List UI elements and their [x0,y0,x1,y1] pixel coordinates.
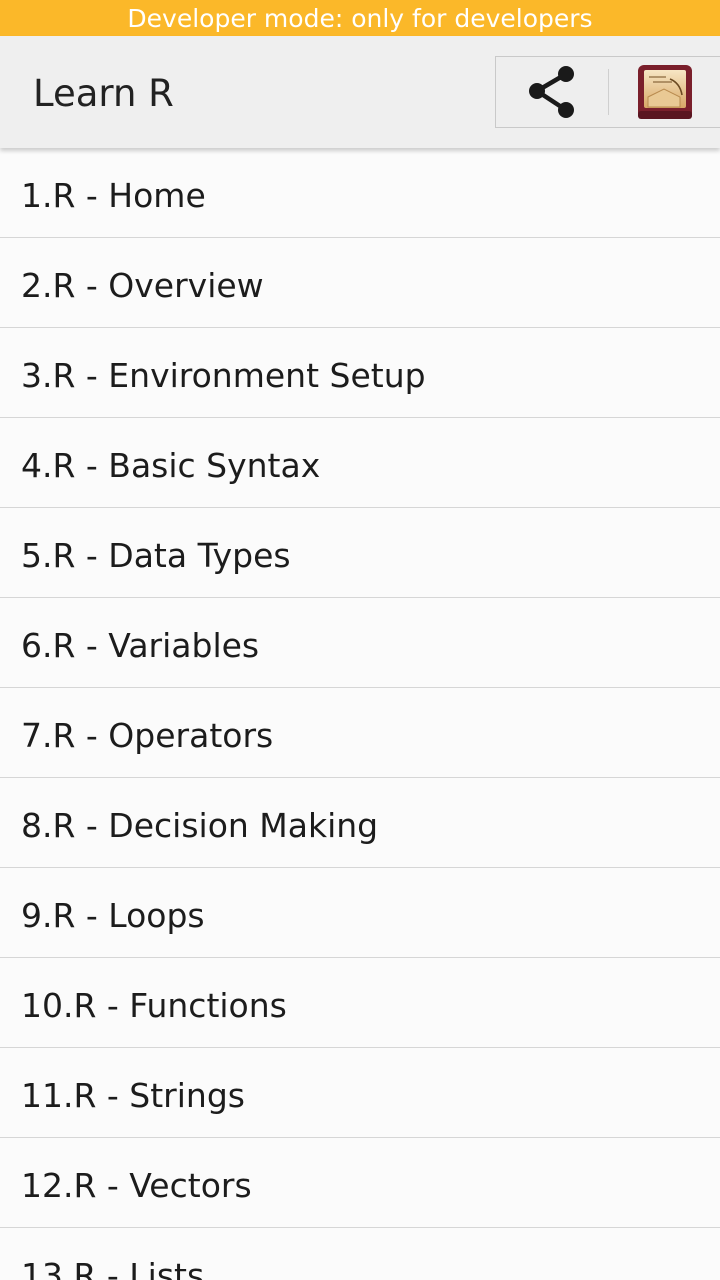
topic-label: 1.R - Home [21,176,206,215]
topic-list-item[interactable]: 9.R - Loops [0,868,720,958]
topic-label: 11.R - Strings [21,1076,245,1115]
book-icon [638,65,692,119]
topic-label: 9.R - Loops [21,896,205,935]
topic-list-item[interactable]: 5.R - Data Types [0,508,720,598]
share-button[interactable] [496,57,608,127]
app-bar: Learn R [0,36,720,148]
topic-list-item[interactable]: 7.R - Operators [0,688,720,778]
topic-list-item[interactable]: 2.R - Overview [0,238,720,328]
topic-list-item[interactable]: 4.R - Basic Syntax [0,418,720,508]
app-title: Learn R [33,72,174,115]
topic-label: 12.R - Vectors [21,1166,252,1205]
topic-list-item[interactable]: 13.R - Lists [0,1228,720,1280]
topic-list: 1.R - Home 2.R - Overview 3.R - Environmen… [0,148,720,1280]
topic-label: 8.R - Decision Making [21,806,379,845]
action-button-group [495,56,720,128]
topic-list-item[interactable]: 12.R - Vectors [0,1138,720,1228]
share-icon [529,66,574,118]
topic-list-item[interactable]: 3.R - Environment Setup [0,328,720,418]
topic-list-item[interactable]: 6.R - Variables [0,598,720,688]
screen: Developer mode: only for developers Lear… [0,0,720,1280]
topic-list-item[interactable]: 10.R - Functions [0,958,720,1048]
topic-label: 13.R - Lists [21,1256,205,1280]
topic-label: 3.R - Environment Setup [21,356,426,395]
topic-list-item[interactable]: 11.R - Strings [0,1048,720,1138]
topic-label: 2.R - Overview [21,266,264,305]
topic-list-item[interactable]: 8.R - Decision Making [0,778,720,868]
topic-label: 7.R - Operators [21,716,274,755]
topic-label: 6.R - Variables [21,626,260,665]
topic-label: 4.R - Basic Syntax [21,446,321,485]
book-button[interactable] [609,57,720,127]
developer-mode-banner: Developer mode: only for developers [0,0,720,36]
topic-label: 10.R - Functions [21,986,287,1025]
topic-list-item[interactable]: 1.R - Home [0,148,720,238]
topic-label: 5.R - Data Types [21,536,291,575]
